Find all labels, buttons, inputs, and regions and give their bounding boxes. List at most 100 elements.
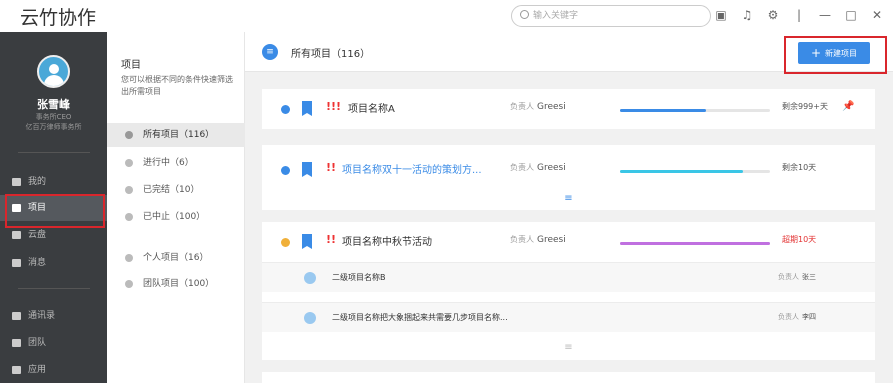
subproject-row[interactable]: 二级项目名称B 负责人 张三 <box>262 262 875 292</box>
progress-fill <box>620 170 743 173</box>
subproject-owner: 负责人 李四 <box>778 312 816 322</box>
highlight-box <box>5 194 105 228</box>
remaining-time: 剩余10天 <box>782 163 817 172</box>
filter-panel: 项目 您可以根据不同的条件快速筛选出所需项目 所有项目（116） 进行中（6） … <box>107 32 245 383</box>
subproject-row[interactable]: 二级项目名称把大象捆起来共需要几步项目名称... 负责人 李四 <box>262 302 875 332</box>
search-placeholder: 输入关键字 <box>533 11 579 21</box>
sidebar-divider <box>18 288 90 289</box>
subproject-name[interactable]: 二级项目名称B <box>332 272 386 283</box>
filter-description: 您可以根据不同的条件快速筛选出所需项目 <box>121 75 233 96</box>
subproject-name[interactable]: 二级项目名称把大象捆起来共需要几步项目名称... <box>332 312 508 323</box>
minimize-icon[interactable]: — <box>819 8 831 22</box>
owner-name: Greesi <box>537 235 566 245</box>
app-title: 云竹协作 <box>20 7 97 29</box>
owner-label: 负责人 <box>510 102 534 111</box>
filter-all-projects[interactable]: 所有项目（116） <box>107 123 245 147</box>
check-icon <box>125 186 133 194</box>
priority-mark: !! <box>326 161 337 174</box>
search-input[interactable]: 输入关键字 <box>511 5 711 27</box>
bookmark-icon <box>302 234 312 249</box>
project-card[interactable] <box>262 372 875 383</box>
project-name[interactable]: 项目名称中秋节活动 <box>342 233 432 248</box>
cloud-icon <box>12 231 21 239</box>
owner-name: Greesi <box>537 102 566 112</box>
project-row[interactable]: !! 项目名称双十一活动的策划方... 负责人 Greesi 剩余10天 <box>262 150 875 190</box>
subproject-icon <box>304 312 316 324</box>
sidebar-item-team[interactable]: 团队 <box>0 330 107 356</box>
progress-fill <box>620 242 770 245</box>
owner-label: 负责人 <box>778 313 799 321</box>
user-role: 事务所CEO <box>35 113 72 121</box>
owner-label: 负责人 <box>778 273 799 281</box>
gear-icon[interactable]: ⚙ <box>767 8 779 22</box>
sidebar-item-label: 团队 <box>28 338 47 348</box>
filter-item-label: 团队项目（100） <box>143 279 215 289</box>
pin-icon[interactable]: 📌 <box>842 101 854 112</box>
collapse-icon[interactable]: ≡ <box>262 342 875 354</box>
status-clock-icon <box>281 166 290 175</box>
progress-bar <box>620 109 770 112</box>
clock-icon <box>125 159 133 167</box>
owner-label: 负责人 <box>510 235 534 244</box>
separator-icon: | <box>796 8 802 22</box>
maximize-icon[interactable]: □ <box>845 8 857 22</box>
remaining-time: 超期10天 <box>782 235 817 244</box>
project-card[interactable]: !! 项目名称双十一活动的策划方... 负责人 Greesi 剩余10天 ≡ <box>262 145 875 210</box>
main-area: ≡ 所有项目（116） + 新建项目 !!! 项目名称A 负责人 Greesi 剩余… <box>245 32 893 383</box>
project-owner: 负责人 Greesi <box>510 234 566 245</box>
status-overdue-icon <box>281 238 290 247</box>
remaining-time: 剩余999+天 <box>782 102 828 111</box>
close-icon[interactable]: ✕ <box>871 8 883 22</box>
project-row[interactable]: !! 项目名称中秋节活动 负责人 Greesi 超期10天 <box>262 222 875 262</box>
person-icon <box>12 178 21 186</box>
sidebar-item-label: 通讯录 <box>28 311 56 321</box>
all-icon <box>125 131 133 139</box>
priority-mark: !! <box>326 233 337 246</box>
pause-icon <box>125 213 133 221</box>
subproject-owner: 负责人 张三 <box>778 272 816 282</box>
project-card[interactable]: !! 项目名称中秋节活动 负责人 Greesi 超期10天 二级项目名称B 负责人… <box>262 222 875 360</box>
filter-title: 项目 <box>121 60 141 71</box>
filter-item-label: 已中止（100） <box>143 212 206 222</box>
team-icon <box>125 280 133 288</box>
team-icon <box>12 339 21 347</box>
filter-team[interactable]: 团队项目（100） <box>107 272 245 296</box>
search-icon <box>520 10 529 19</box>
list-icon: ≡ <box>262 44 278 60</box>
window-controls: ▣ ♫ ⚙ | — □ ✕ <box>715 8 883 22</box>
user-org: 亿百万律师事务所 <box>25 123 82 131</box>
filter-item-label: 已完结（10） <box>143 185 200 195</box>
bell-icon[interactable]: ♫ <box>741 8 753 22</box>
sidebar-item-label: 应用 <box>28 365 47 375</box>
avatar-body <box>44 75 64 86</box>
filter-stopped[interactable]: 已中止（100） <box>107 205 245 229</box>
filter-item-label: 进行中（6） <box>143 158 194 168</box>
filter-in-progress[interactable]: 进行中（6） <box>107 151 245 175</box>
building-icon[interactable]: ▣ <box>715 8 727 22</box>
owner-name: Greesi <box>537 163 566 173</box>
message-icon <box>12 259 21 267</box>
filter-personal[interactable]: 个人项目（16） <box>107 246 245 270</box>
owner-name: 张三 <box>802 273 816 281</box>
project-row[interactable]: !!! 项目名称A 负责人 Greesi 剩余999+天 📌 <box>262 89 875 129</box>
sidebar-item-messages[interactable]: 消息 <box>0 250 107 276</box>
apps-icon <box>12 366 21 374</box>
sidebar-item-label: 消息 <box>28 258 47 268</box>
expand-icon[interactable]: ≡ <box>262 193 875 205</box>
filter-completed[interactable]: 已完结（10） <box>107 178 245 202</box>
project-owner: 负责人 Greesi <box>510 162 566 173</box>
sidebar-item-apps[interactable]: 应用 <box>0 357 107 383</box>
avatar[interactable] <box>37 55 70 88</box>
project-name[interactable]: 项目名称A <box>348 100 395 115</box>
owner-label: 负责人 <box>510 163 534 172</box>
project-name[interactable]: 项目名称双十一活动的策划方... <box>342 161 482 176</box>
bookmark-icon <box>302 101 312 116</box>
sidebar-item-mine[interactable]: 我的 <box>0 169 107 195</box>
filter-item-label: 个人项目（16） <box>143 253 209 263</box>
filter-item-label: 所有项目（116） <box>143 130 215 140</box>
sidebar-item-contacts[interactable]: 通讯录 <box>0 303 107 329</box>
sidebar-item-label: 云盘 <box>28 230 47 240</box>
bookmark-icon <box>302 162 312 177</box>
project-card[interactable]: !!! 项目名称A 负责人 Greesi 剩余999+天 📌 <box>262 89 875 129</box>
progress-bar <box>620 242 770 245</box>
